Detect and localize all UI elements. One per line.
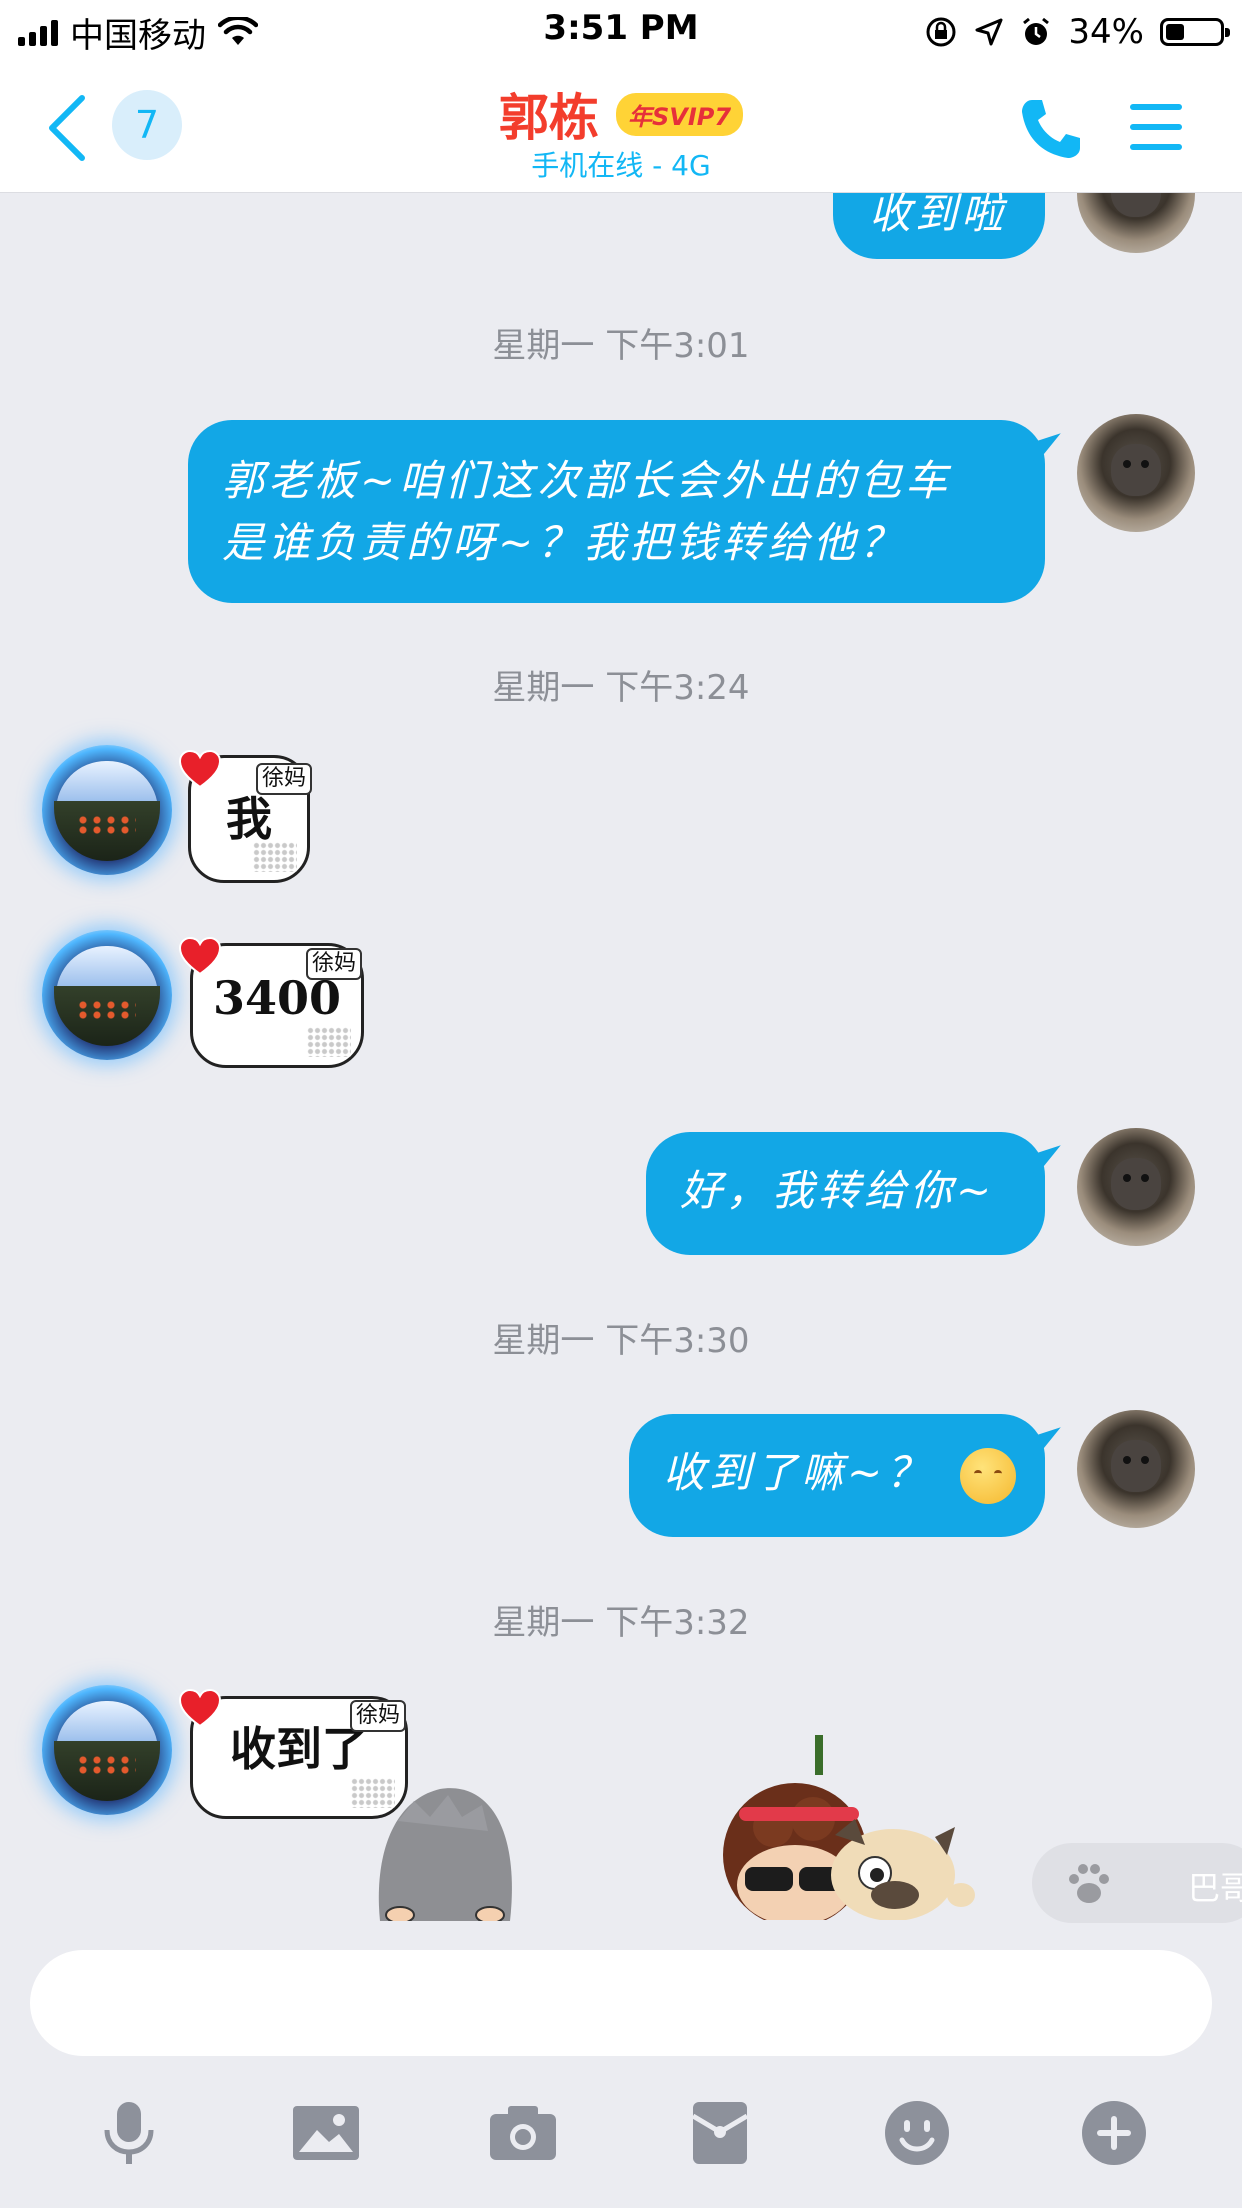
- message-text-line: 是谁负责的呀~？我把钱转给他？: [222, 518, 906, 567]
- microphone-icon[interactable]: [94, 2098, 164, 2168]
- timestamp: 星期一 下午3:01: [492, 326, 750, 366]
- pug-character-pendant[interactable]: [715, 1735, 975, 1920]
- my-avatar[interactable]: [1077, 1410, 1195, 1528]
- my-avatar[interactable]: [1077, 414, 1195, 532]
- bubble-decoration: [307, 1027, 351, 1057]
- assistant-float-button[interactable]: 巴哥: [1032, 1843, 1242, 1923]
- message-input[interactable]: [30, 1950, 1212, 2056]
- status-right: 34%: [924, 10, 1230, 54]
- location-icon: [975, 18, 1003, 46]
- relieved-emoji-icon: [959, 1448, 1016, 1504]
- emoji-icon[interactable]: [882, 2098, 952, 2168]
- message-bubble-partial[interactable]: 收到啦: [833, 193, 1045, 259]
- bubble-name-tag: 徐妈: [256, 763, 313, 795]
- vip-badge: 年SVIP7: [616, 92, 744, 136]
- message-text: 我: [226, 792, 272, 846]
- message-bubble[interactable]: 收到了嘛~？: [629, 1414, 1045, 1537]
- chat-header: 7 郭栋 年SVIP7 手机在线 - 4G: [0, 64, 1242, 193]
- alarm-icon: [1023, 17, 1050, 45]
- contact-avatar[interactable]: [42, 930, 172, 1060]
- bubble-name-tag: 徐妈: [306, 948, 363, 980]
- timestamp: 星期一 下午3:30: [492, 1321, 750, 1361]
- heart-icon: [178, 1688, 222, 1728]
- contact-name[interactable]: 郭栋: [499, 89, 599, 147]
- phone-icon[interactable]: [1018, 96, 1084, 162]
- rotation-lock-icon: [926, 17, 956, 47]
- message-text: 收到了嘛~？: [663, 1448, 933, 1497]
- my-avatar[interactable]: [1077, 193, 1195, 253]
- assistant-label: 巴哥: [1188, 1869, 1242, 1907]
- paw-icon: [1069, 1864, 1109, 1903]
- bubble-decoration: [253, 842, 297, 872]
- battery-icon: [1160, 18, 1230, 46]
- message-bubble[interactable]: 郭老板~咱们这次部长会外出的包车 是谁负责的呀~？我把钱转给他？: [188, 420, 1045, 603]
- message-bubble[interactable]: 好，我转给你~: [646, 1132, 1045, 1255]
- heart-icon: [178, 749, 222, 789]
- message-text: 收到了: [230, 1722, 368, 1776]
- gray-character-pendant[interactable]: [370, 1781, 520, 1921]
- heart-icon: [178, 936, 222, 976]
- timestamp: 星期一 下午3:24: [492, 668, 750, 708]
- input-area: [0, 1924, 1242, 2208]
- battery-percent: 34%: [1068, 12, 1144, 52]
- timestamp: 星期一 下午3:32: [492, 1603, 750, 1643]
- camera-icon[interactable]: [488, 2098, 558, 2168]
- battery-fill: [1166, 24, 1184, 40]
- contact-avatar[interactable]: [42, 1685, 172, 1815]
- message-text-line: 郭老板~咱们这次部长会外出的包车: [222, 456, 952, 505]
- menu-icon[interactable]: [1130, 102, 1182, 152]
- status-bar: 中国移动 3:51 PM 34%: [0, 0, 1242, 64]
- message-text: 好，我转给你~: [680, 1166, 996, 1215]
- bubble-name-tag: 徐妈: [350, 1700, 407, 1732]
- red-packet-icon[interactable]: [685, 2098, 755, 2168]
- plus-icon[interactable]: [1079, 2098, 1149, 2168]
- contact-avatar[interactable]: [42, 745, 172, 875]
- image-icon[interactable]: [291, 2098, 361, 2168]
- my-avatar[interactable]: [1077, 1128, 1195, 1246]
- message-text: 收到啦: [869, 193, 1008, 238]
- chat-scroll-area[interactable]: 收到啦 星期一 下午3:01 郭老板~咱们这次部长会外出的包车 是谁负责的呀~？…: [0, 193, 1242, 1924]
